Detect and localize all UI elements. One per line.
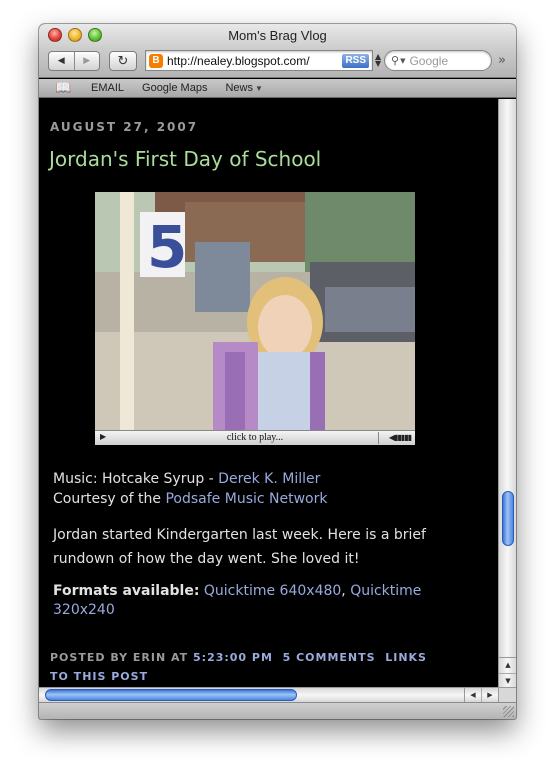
- bookmark-google-maps[interactable]: Google Maps: [142, 82, 207, 94]
- volume-icon[interactable]: ◀▮▮▮▮▮: [389, 433, 412, 442]
- url-stepper-icon[interactable]: ▲ ▼: [375, 53, 381, 68]
- video-still-image[interactable]: 5: [95, 192, 415, 430]
- horizontal-scroll-arrows: ◀ ▶: [464, 688, 498, 702]
- status-bar: [39, 702, 516, 719]
- book-icon[interactable]: 📖: [55, 80, 73, 96]
- address-bar[interactable]: B http://nealey.blogspot.com/ RSS: [145, 50, 373, 71]
- page-content: AUGUST 27, 2007 Jordan's First Day of Sc…: [39, 99, 498, 687]
- chevron-down-icon: ▼: [254, 84, 263, 93]
- formats-line: Formats available: Quicktime 640x480, Qu…: [53, 583, 422, 618]
- scroll-right-icon[interactable]: ▶: [481, 688, 498, 702]
- resize-grip-icon[interactable]: [503, 706, 514, 717]
- formats-label: Formats available:: [53, 583, 200, 599]
- vertical-scroll-thumb[interactable]: [502, 491, 514, 546]
- courtesy-credit: Courtesy of the Podsafe Music Network: [53, 489, 327, 509]
- posted-by: POSTED BY ERIN AT: [50, 651, 189, 664]
- vertical-scrollbar[interactable]: ▲ ▼: [498, 99, 516, 687]
- nav-buttons: ◀ ▶: [48, 51, 100, 71]
- window-title: Mom's Brag Vlog: [228, 28, 327, 43]
- back-arrow-icon: ◀: [57, 56, 65, 66]
- rss-button[interactable]: RSS: [342, 54, 369, 68]
- vertical-scroll-arrows: ▲ ▼: [499, 657, 516, 687]
- scrollbar-corner: [498, 687, 516, 702]
- video-controls: ▶ click to play... ◀▮▮▮▮▮: [95, 430, 415, 445]
- video-player[interactable]: 5 ▶ click to play... ◀▮▮▮▮▮: [95, 192, 415, 445]
- format-link-640[interactable]: Quicktime 640x480: [204, 583, 341, 599]
- artist-link[interactable]: Derek K. Miller: [218, 471, 320, 487]
- scroll-up-icon[interactable]: ▲: [499, 658, 516, 673]
- podsafe-link[interactable]: Podsafe Music Network: [165, 491, 327, 507]
- forward-button[interactable]: ▶: [73, 52, 100, 70]
- music-prefix: Music: Hotcake Syrup -: [53, 471, 219, 487]
- url-text[interactable]: http://nealey.blogspot.com/: [167, 54, 310, 68]
- click-to-play-label[interactable]: click to play...: [95, 431, 415, 445]
- bookmark-email[interactable]: EMAIL: [91, 82, 124, 94]
- blogger-favicon-icon: B: [149, 53, 163, 68]
- scroll-down-icon[interactable]: ▼: [499, 673, 516, 688]
- search-icon[interactable]: ⚲: [391, 54, 399, 67]
- browser-window: Mom's Brag Vlog ◀ ▶ ↻ B http://nealey.bl…: [39, 24, 516, 719]
- scroll-left-icon[interactable]: ◀: [465, 688, 481, 702]
- post-body: Jordan started Kindergarten last week. H…: [53, 527, 426, 567]
- forward-arrow-icon: ▶: [83, 56, 91, 66]
- search-input[interactable]: [409, 53, 478, 68]
- controls-divider: [378, 432, 379, 444]
- svg-text:5: 5: [147, 213, 187, 281]
- chevron-double-right-icon[interactable]: »: [498, 53, 506, 68]
- bookmark-news[interactable]: News ▼: [225, 82, 262, 94]
- post-date: AUGUST 27, 2007: [50, 120, 199, 134]
- toolbar: Mom's Brag Vlog ◀ ▶ ↻ B http://nealey.bl…: [39, 24, 516, 78]
- back-button[interactable]: ◀: [49, 52, 74, 70]
- post-time-link[interactable]: 5:23:00 PM: [193, 651, 273, 664]
- reload-icon: ↻: [117, 53, 129, 69]
- comments-link[interactable]: 5 COMMENTS: [283, 651, 376, 664]
- courtesy-prefix: Courtesy of the: [53, 491, 166, 507]
- chevron-down-icon[interactable]: ▼: [400, 57, 405, 65]
- horizontal-scroll-thumb[interactable]: [45, 689, 297, 701]
- bookmark-news-label: News: [225, 82, 253, 94]
- music-credit: Music: Hotcake Syrup - Derek K. Miller: [53, 469, 320, 489]
- post-title[interactable]: Jordan's First Day of School: [49, 147, 321, 171]
- post-footer: POSTED BY ERIN AT 5:23:00 PM 5 COMMENTS …: [50, 648, 450, 686]
- search-box[interactable]: ⚲ ▼: [384, 50, 492, 71]
- bookmarks-bar: 📖 EMAIL Google Maps News ▼: [39, 79, 516, 98]
- horizontal-scrollbar[interactable]: ◀ ▶: [39, 687, 498, 702]
- reload-button[interactable]: ↻: [109, 51, 137, 71]
